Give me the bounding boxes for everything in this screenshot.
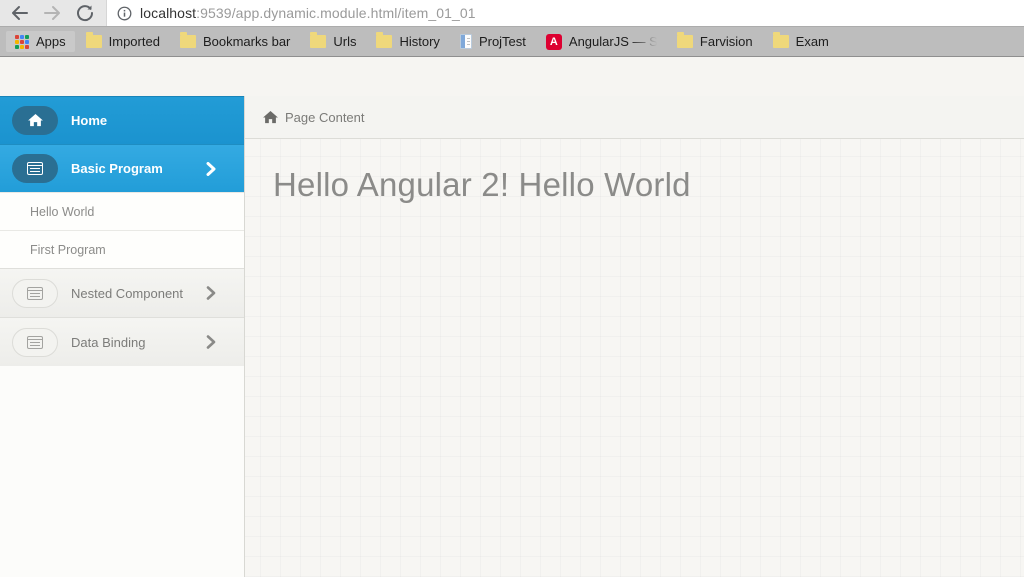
folder-icon: [376, 32, 393, 48]
browser-nav-buttons: [0, 0, 106, 26]
bookmark-label: History: [399, 34, 440, 49]
bookmark-imported[interactable]: Imported: [77, 31, 169, 52]
folder-icon: [676, 32, 693, 48]
folder-icon: [772, 32, 789, 48]
chevron-right-icon: [206, 286, 216, 300]
sidebar-item-label: Hello World: [30, 204, 95, 219]
sidebar-item-hello-world[interactable]: Hello World: [0, 192, 244, 230]
bookmark-urls[interactable]: Urls: [301, 31, 365, 52]
sidebar-filler: [0, 366, 244, 577]
document-icon: [459, 34, 472, 49]
bookmark-farvision[interactable]: Farvision: [668, 31, 762, 52]
sidebar-item-nested-component[interactable]: Nested Component: [0, 268, 244, 317]
page-heading: Hello Angular 2! Hello World: [273, 166, 691, 203]
sidebar-item-label: First Program: [30, 242, 106, 257]
bookmark-label: AngularJS — Superhe: [568, 34, 657, 49]
chevron-right-icon: [206, 161, 216, 176]
folder-icon: [85, 32, 102, 48]
window-icon: [12, 327, 58, 357]
main-panel: Page Content Hello Angular 2! Hello Worl…: [245, 96, 1024, 577]
breadcrumb: Page Content: [245, 96, 1024, 139]
sidebar-item-label: Data Binding: [71, 334, 146, 350]
bookmark-apps[interactable]: Apps: [6, 31, 75, 52]
bookmark-label: Farvision: [699, 34, 753, 49]
bookmark-history[interactable]: History: [367, 31, 448, 52]
reload-icon[interactable]: [76, 4, 94, 22]
bookmark-label: Apps: [36, 34, 66, 49]
sidebar-item-first-program[interactable]: First Program: [0, 230, 244, 268]
apps-grid-icon: [15, 34, 29, 49]
home-icon: [12, 106, 58, 135]
folder-icon: [179, 32, 196, 48]
home-icon: [263, 110, 278, 124]
back-icon[interactable]: [10, 5, 29, 21]
page-info-icon[interactable]: [117, 6, 132, 21]
folder-icon: [310, 32, 327, 48]
url-bar[interactable]: localhost:9539/app.dynamic.module.html/i…: [106, 0, 1024, 26]
forward-icon[interactable]: [43, 5, 62, 21]
bookmark-projtest[interactable]: ProjTest: [451, 31, 535, 52]
bookmark-exam[interactable]: Exam: [764, 31, 838, 52]
bookmark-label: Bookmarks bar: [202, 34, 291, 49]
browser-toolbar: localhost:9539/app.dynamic.module.html/i…: [0, 0, 1024, 27]
page-background: Home Basic Program Hello World First Pro…: [0, 96, 1024, 577]
bookmarks-bar: Apps Imported Bookmarks bar Urls History…: [0, 27, 1024, 57]
angular-logo-icon: A: [545, 33, 562, 50]
url-text: localhost:9539/app.dynamic.module.html/i…: [140, 5, 476, 21]
chevron-right-icon: [206, 335, 216, 349]
window-icon: [12, 154, 58, 183]
bookmark-angularjs[interactable]: A AngularJS — Superhe: [537, 31, 666, 53]
sidebar-item-home[interactable]: Home: [0, 96, 244, 144]
bookmark-bookmarks-bar[interactable]: Bookmarks bar: [171, 31, 299, 52]
sidebar-item-label: Nested Component: [71, 285, 184, 301]
url-host: localhost: [140, 5, 197, 21]
sidebar-menu: Home Basic Program Hello World First Pro…: [0, 96, 245, 577]
sidebar-item-basic-program[interactable]: Basic Program: [0, 144, 244, 192]
breadcrumb-label: Page Content: [285, 109, 365, 125]
bookmark-label: Imported: [108, 34, 160, 49]
content-area: Hello Angular 2! Hello World: [245, 139, 1024, 204]
sidebar-item-data-binding[interactable]: Data Binding: [0, 317, 244, 366]
bookmark-label: Urls: [333, 34, 357, 49]
sidebar-item-label: Basic Program: [71, 161, 163, 176]
bookmark-label: Exam: [795, 34, 829, 49]
url-path: :9539/app.dynamic.module.html/item_01_01: [196, 5, 476, 21]
window-icon: [12, 278, 58, 308]
sidebar-item-label: Home: [71, 113, 108, 128]
bookmark-label: ProjTest: [478, 34, 526, 49]
